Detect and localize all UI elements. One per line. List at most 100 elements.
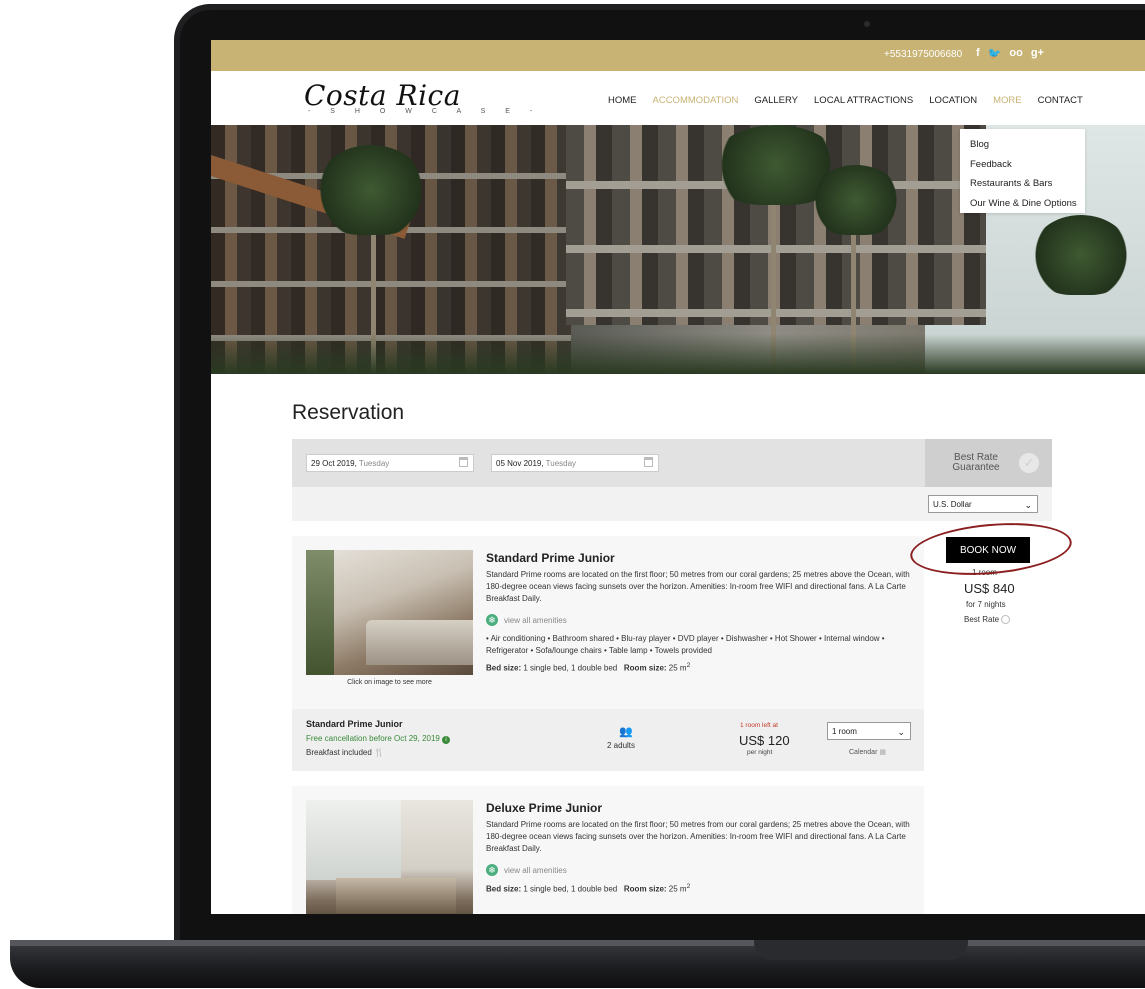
tripadvisor-icon[interactable]: oo xyxy=(1009,47,1022,60)
browser-screen: +5531975006680 f 🐦 oo g+ Costa Rica - S … xyxy=(211,40,1145,914)
calendar-icon xyxy=(459,457,468,467)
bed-size-label: Bed size: xyxy=(486,663,522,673)
nav-gallery[interactable]: GALLERY xyxy=(754,95,798,106)
hero-foliage xyxy=(211,334,1145,374)
currency-select[interactable]: U.S. Dollar ⌄ xyxy=(928,495,1038,513)
room-image-window xyxy=(306,800,401,880)
palm-tree xyxy=(1031,215,1131,295)
nav-local-attractions[interactable]: LOCAL ATTRACTIONS xyxy=(814,95,913,106)
nav-location[interactable]: LOCATION xyxy=(929,95,977,106)
room-image[interactable] xyxy=(306,550,473,675)
camera-icon xyxy=(864,21,870,27)
room-title[interactable]: Deluxe Prime Junior xyxy=(486,801,602,815)
social-links: f 🐦 oo g+ xyxy=(976,47,1044,60)
checkout-date: 05 Nov 2019, xyxy=(496,459,544,468)
top-bar: +5531975006680 f 🐦 oo g+ xyxy=(211,40,1145,71)
logo-subtitle: - S H O W C A S E - xyxy=(308,108,542,115)
calendar-icon: ▦ xyxy=(879,749,886,756)
site-logo[interactable]: Costa Rica - S H O W C A S E - xyxy=(304,79,541,115)
guests-icon: 👥 xyxy=(619,726,633,738)
view-amenities-label: view all amenities xyxy=(504,865,567,875)
palm-tree xyxy=(811,165,901,235)
help-icon[interactable] xyxy=(1001,615,1011,625)
snowflake-icon: ❄ xyxy=(486,864,498,876)
currency-row: U.S. Dollar ⌄ xyxy=(292,487,1052,521)
image-caption: Click on image to see more xyxy=(347,679,432,686)
dropdown-item-restaurants[interactable]: Restaurants & Bars xyxy=(970,174,1075,194)
nav-contact[interactable]: CONTACT xyxy=(1038,95,1083,106)
room-description: Standard Prime rooms are located on the … xyxy=(486,820,910,853)
room-card: Click on image to see more Standard Prim… xyxy=(292,536,924,709)
nav-accommodation[interactable]: ACCOMMODATION xyxy=(653,95,739,106)
calendar-icon xyxy=(644,457,653,467)
room-size: 25 m xyxy=(668,884,687,894)
room-size-unit: 2 xyxy=(686,883,691,890)
room-quantity-select[interactable]: 1 room ⌄ xyxy=(827,722,911,740)
twitter-icon[interactable]: 🐦 xyxy=(988,47,1002,60)
bed-size: 1 single bed, 1 double bed xyxy=(523,884,618,894)
laptop-base-edge xyxy=(10,940,1145,946)
nav-home[interactable]: HOME xyxy=(608,95,637,106)
summary-best-rate-label: Best Rate xyxy=(964,615,1000,624)
cutlery-icon: 🍴 xyxy=(374,748,385,757)
view-amenities-label: view all amenities xyxy=(504,615,567,625)
dropdown-item-feedback[interactable]: Feedback xyxy=(970,155,1075,175)
room-size-label: Room size: xyxy=(623,884,667,894)
phone-number[interactable]: +5531975006680 xyxy=(884,49,962,60)
checkin-date-field[interactable]: 29 Oct 2019, Tuesday xyxy=(306,454,474,472)
bed-size: 1 single bed, 1 double bed xyxy=(523,663,618,673)
more-dropdown: Blog Feedback Restaurants & Bars Our Win… xyxy=(960,129,1085,213)
nightly-price: US$ 120 xyxy=(739,733,790,748)
room-image-bed xyxy=(336,878,456,913)
room-card: Deluxe Prime Junior Standard Prime rooms… xyxy=(292,786,924,914)
palm-tree xyxy=(316,145,426,235)
snowflake-icon: ❄ xyxy=(486,614,498,626)
page-title: Reservation xyxy=(292,401,405,424)
bed-size-label: Bed size: xyxy=(486,884,522,894)
chevron-down-icon: ⌄ xyxy=(1024,500,1032,510)
dropdown-item-wine-dine[interactable]: Our Wine & Dine Options xyxy=(970,194,1077,214)
room-quantity-value: 1 room xyxy=(832,727,857,736)
summary-total: US$ 840 xyxy=(964,581,1015,596)
free-cancellation-text: Free cancellation before Oct 29, 2019 xyxy=(306,734,440,743)
chevron-down-icon: ⌄ xyxy=(897,727,905,737)
adults-count: 2 adults xyxy=(607,741,636,750)
view-amenities-link[interactable]: ❄ view all amenities xyxy=(486,864,567,876)
checkin-day: Tuesday xyxy=(358,459,390,468)
rooms-left-notice: 1 room left at xyxy=(740,722,778,729)
room-image-bed xyxy=(366,620,473,665)
checkin-date: 29 Oct 2019, xyxy=(311,459,357,468)
search-bar: 29 Oct 2019, Tuesday 05 Nov 2019, Tuesda… xyxy=(292,439,1052,487)
laptop-base xyxy=(10,940,1145,988)
highlight-circle xyxy=(908,517,1074,581)
calendar-link[interactable]: Calendar ▦ xyxy=(849,748,886,756)
calendar-label: Calendar xyxy=(849,749,878,756)
checkout-date-field[interactable]: 05 Nov 2019, Tuesday xyxy=(491,454,659,472)
view-amenities-link[interactable]: ❄ view all amenities xyxy=(486,614,567,626)
room-description: Standard Prime rooms are located on the … xyxy=(486,570,910,603)
room-size: 25 m xyxy=(668,663,687,673)
best-rate-label: Best Rate Guarantee xyxy=(952,452,1000,473)
summary-nights: for 7 nights xyxy=(966,600,1006,609)
checkout-day: Tuesday xyxy=(545,459,577,468)
room-sizes: Bed size: 1 single bed, 1 double bed Roo… xyxy=(486,883,690,894)
per-night-label: per night xyxy=(747,749,773,756)
info-icon[interactable]: i xyxy=(442,736,451,744)
free-cancellation: Free cancellation before Oct 29, 2019 i xyxy=(306,734,451,744)
hero-image: Blog Feedback Restaurants & Bars Our Win… xyxy=(211,125,1145,374)
breakfast-info: Breakfast included 🍴 xyxy=(306,748,384,757)
google-plus-icon[interactable]: g+ xyxy=(1031,47,1044,60)
amenities-list: • Air conditioning • Bathroom shared • B… xyxy=(486,634,885,655)
room-title[interactable]: Standard Prime Junior xyxy=(486,551,615,565)
site-header: Costa Rica - S H O W C A S E - HOME ACCO… xyxy=(211,71,1145,125)
main-nav: HOME ACCOMMODATION GALLERY LOCAL ATTRACT… xyxy=(608,95,1083,106)
rate-row: Standard Prime Junior Free cancellation … xyxy=(292,709,924,771)
best-rate-guarantee: Best Rate Guarantee ✓ xyxy=(925,439,1052,487)
facebook-icon[interactable]: f xyxy=(976,47,980,60)
room-image[interactable] xyxy=(306,800,473,914)
currency-value: U.S. Dollar xyxy=(933,500,972,509)
nav-more[interactable]: MORE xyxy=(993,95,1022,106)
check-icon: ✓ xyxy=(1019,453,1039,473)
dropdown-item-blog[interactable]: Blog xyxy=(970,135,1075,155)
room-sizes: Bed size: 1 single bed, 1 double bed Roo… xyxy=(486,662,690,673)
